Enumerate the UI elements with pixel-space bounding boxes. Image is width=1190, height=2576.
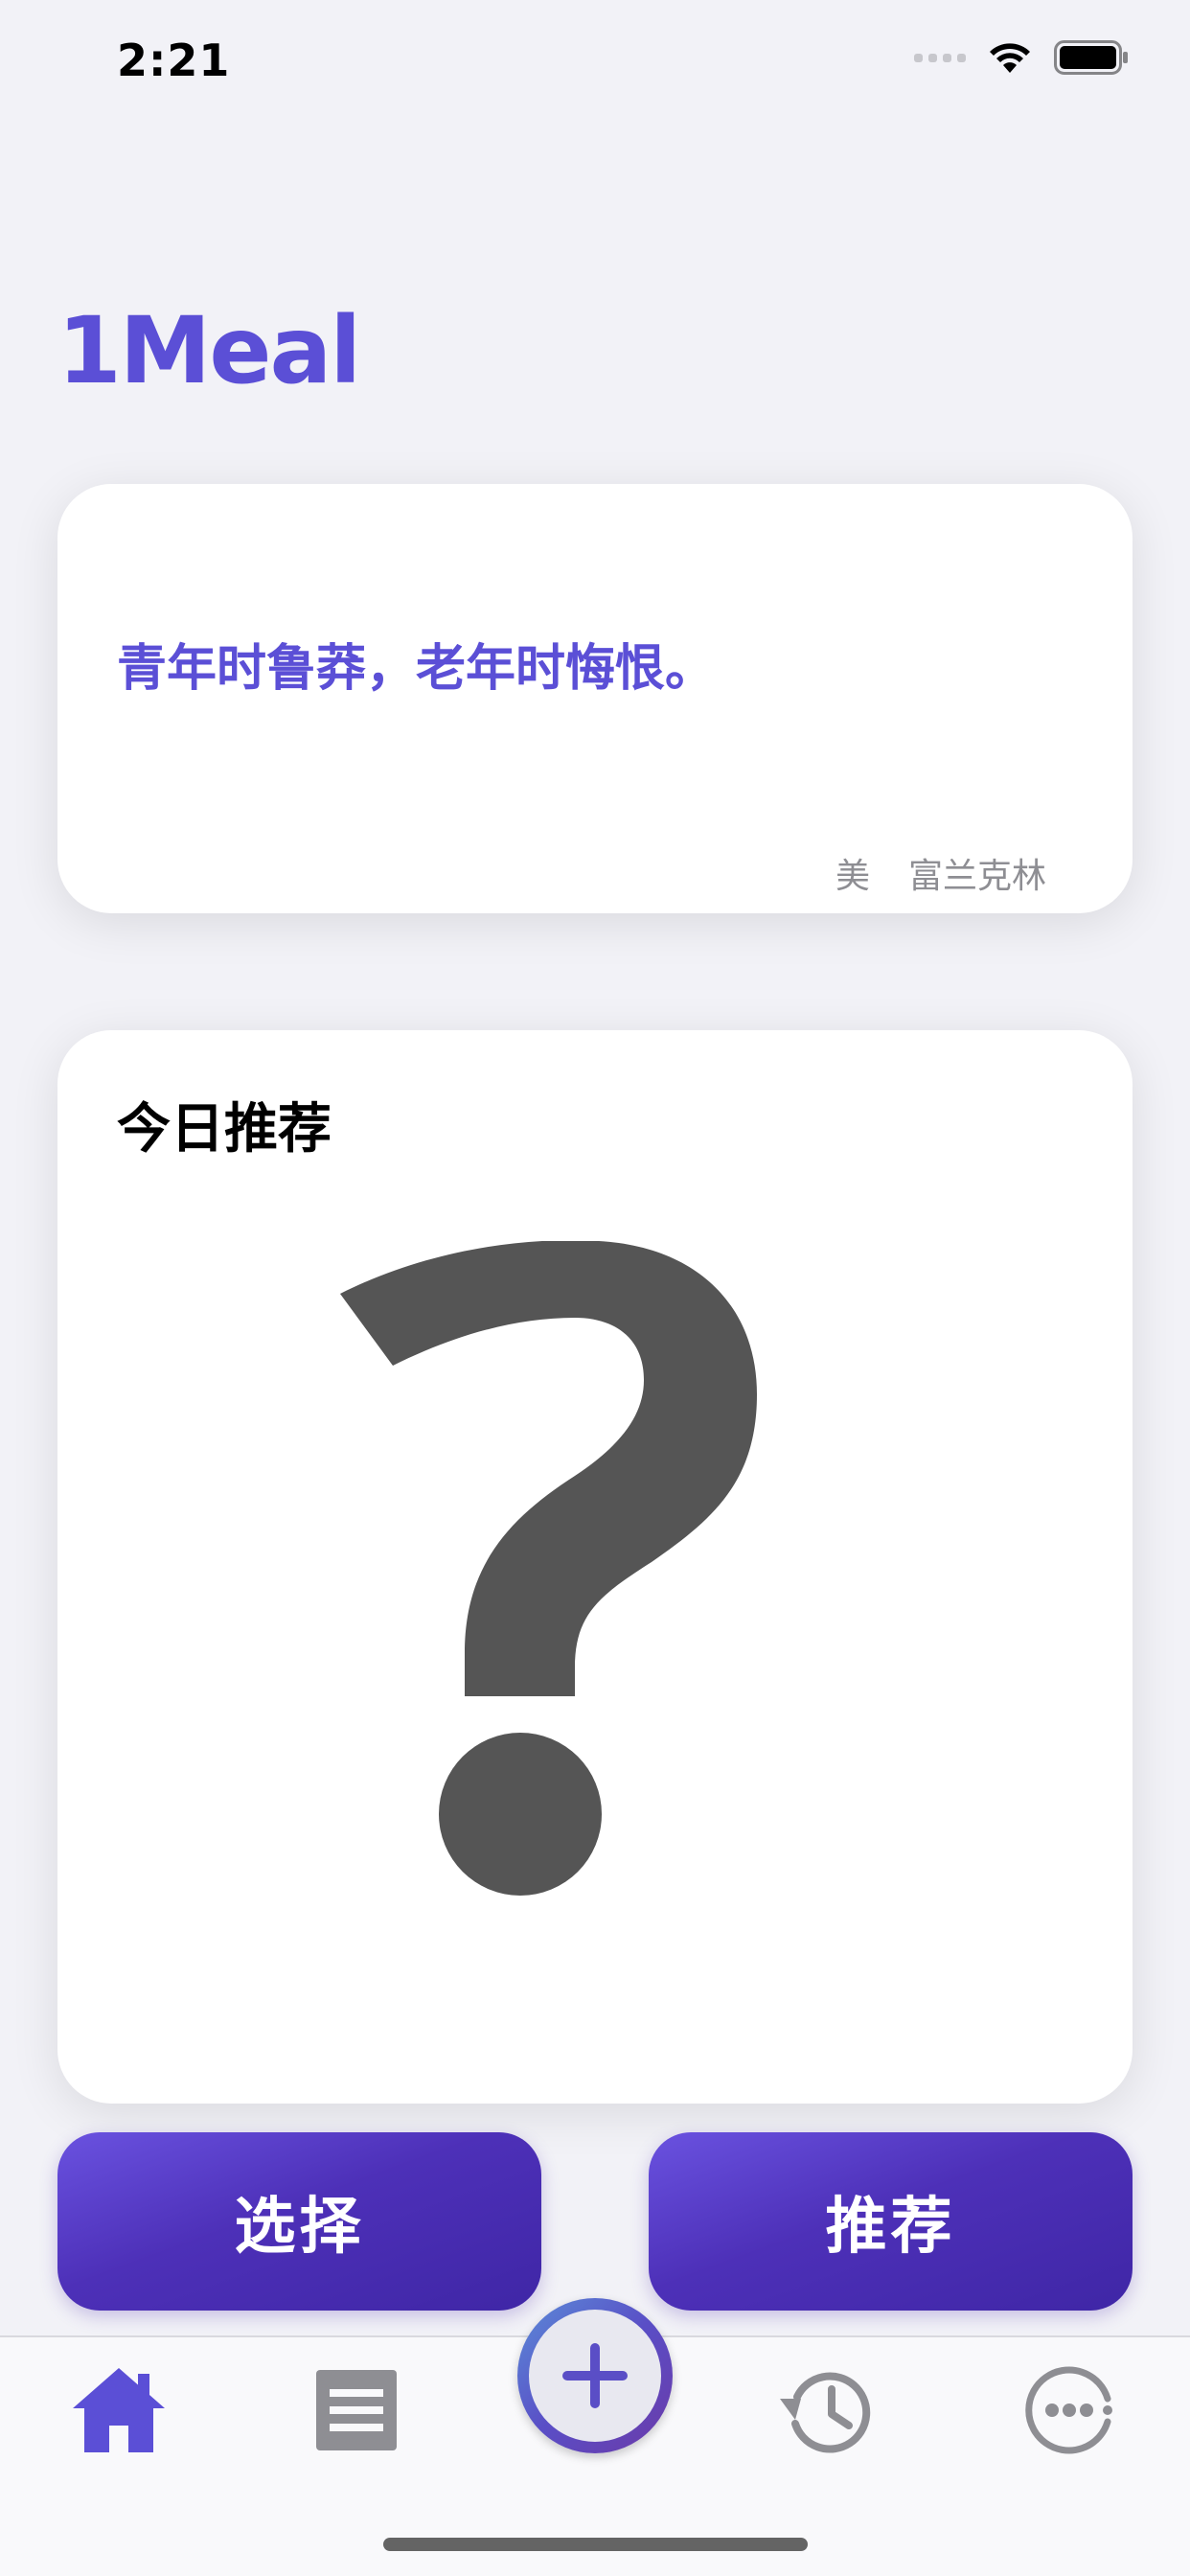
- recommend-button[interactable]: 推荐: [649, 2132, 1133, 2311]
- signal-icon: [914, 53, 966, 62]
- more-icon[interactable]: [1019, 2360, 1119, 2460]
- wifi-icon: [990, 43, 1030, 73]
- home-icon[interactable]: [69, 2360, 169, 2460]
- battery-icon: [1054, 40, 1128, 75]
- quote-card: 青年时鲁莽，老年时悔恨。 美 富兰克林: [57, 484, 1133, 913]
- list-icon[interactable]: [307, 2360, 406, 2460]
- quote-author-country: 美: [835, 857, 870, 896]
- quote-text: 青年时鲁莽，老年时悔恨。: [117, 640, 716, 698]
- history-icon[interactable]: [776, 2360, 876, 2460]
- question-mark-icon: [340, 1241, 757, 1896]
- home-indicator: [383, 2538, 808, 2551]
- home-screen: 2:21 1Meal 青年时鲁莽，老年时悔恨。 美 富兰克林 今日推荐 选择 推…: [0, 0, 1190, 2576]
- add-icon: [562, 2343, 628, 2408]
- app-title: 1Meal: [57, 297, 361, 404]
- quote-author-name: 富兰克林: [907, 857, 1046, 896]
- quote-author: 美 富兰克林: [835, 848, 1046, 898]
- add-button[interactable]: [517, 2298, 673, 2453]
- status-time: 2:21: [117, 34, 231, 86]
- recommendation-card[interactable]: 今日推荐: [57, 1030, 1133, 2104]
- choose-button[interactable]: 选择: [57, 2132, 541, 2311]
- status-icons: [914, 40, 1129, 75]
- recommendation-title: 今日推荐: [117, 1098, 332, 1161]
